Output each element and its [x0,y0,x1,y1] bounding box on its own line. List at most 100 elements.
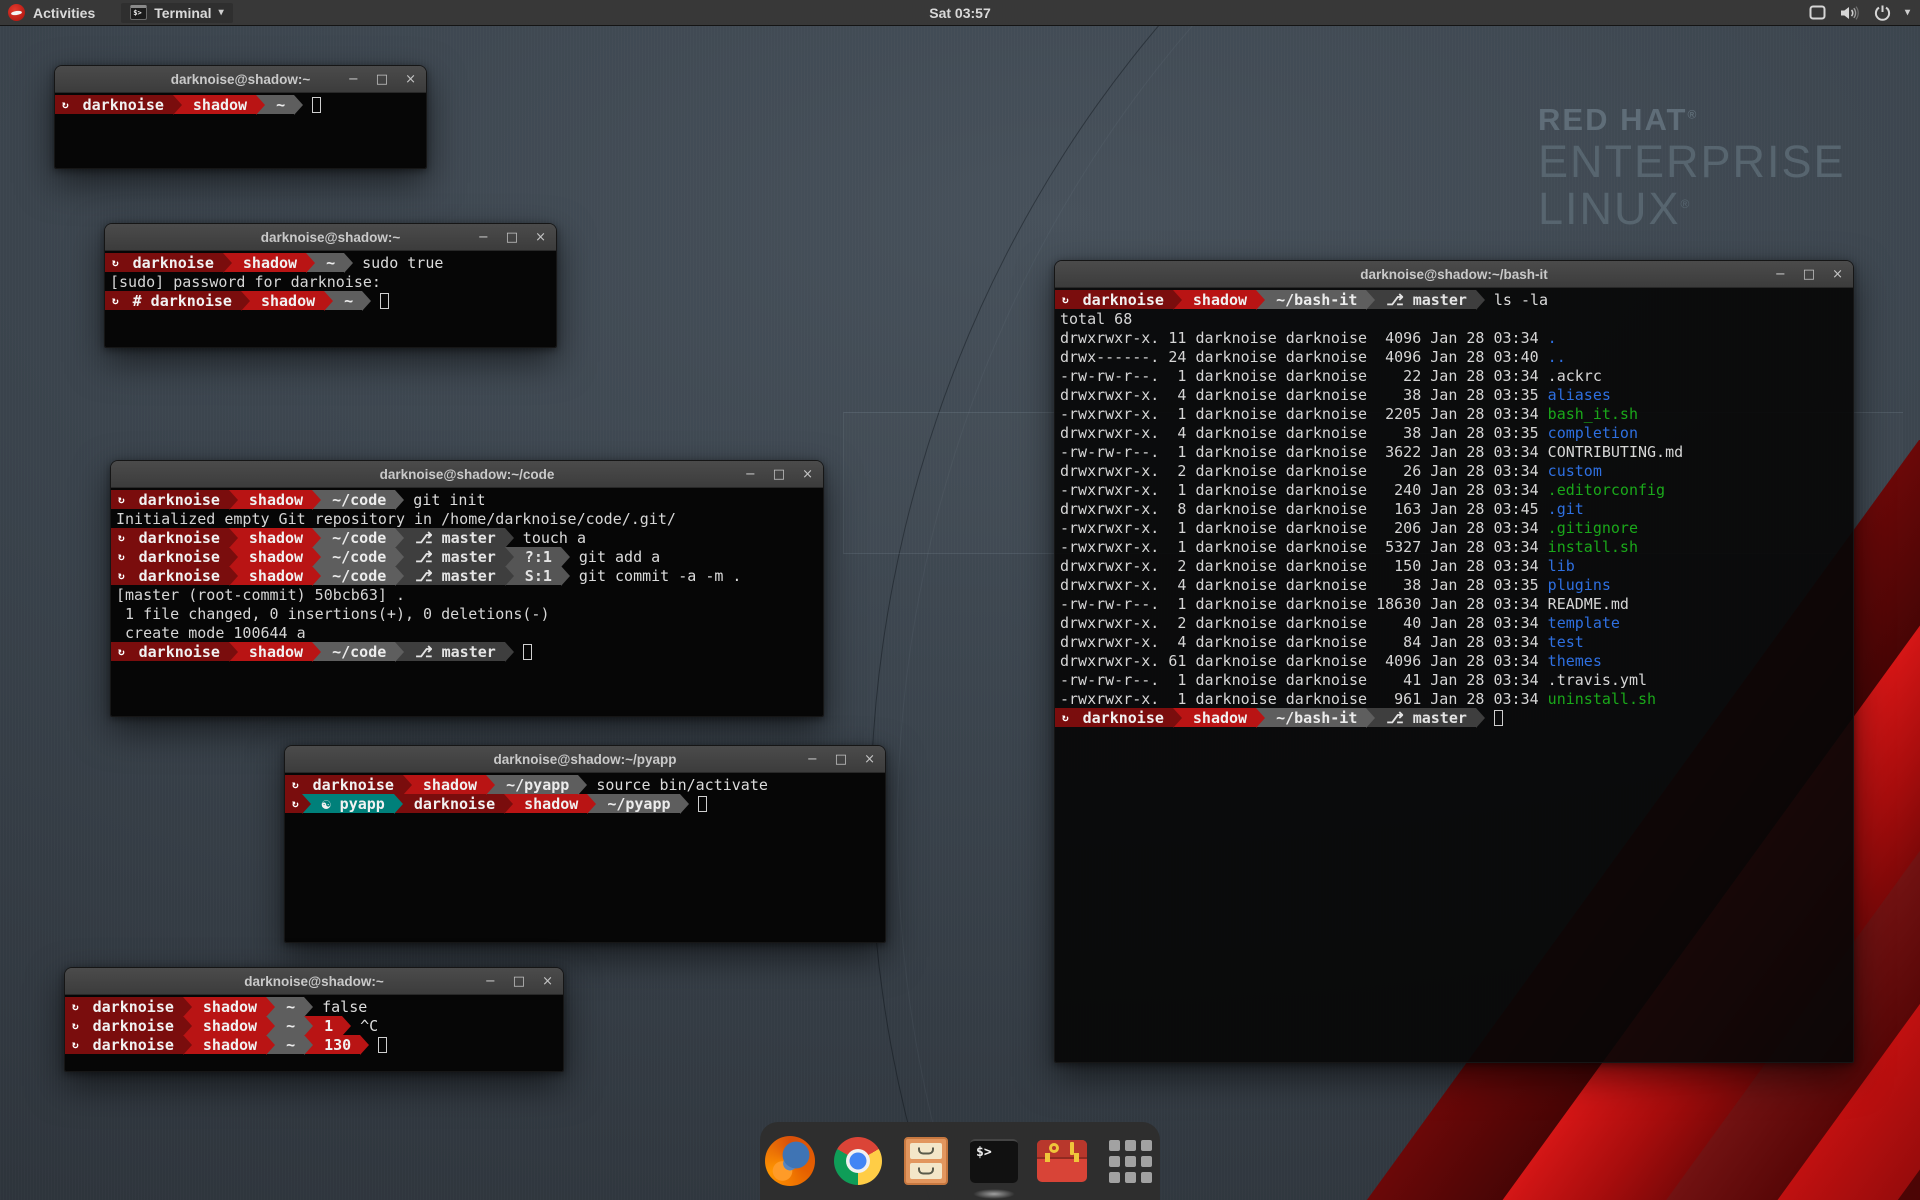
minimize-button[interactable]: − [478,231,489,244]
prompt-segment-host: shadow [513,794,587,813]
prompt-line: ↻darknoiseshadow~ [55,95,426,114]
close-button[interactable]: × [1832,268,1843,281]
dock-toolbox[interactable] [1035,1134,1089,1188]
prompt-line: ↻# darknoiseshadow~ [105,291,556,310]
output-line: -rwxrwxr-x. 1 darknoise darknoise 961 Ja… [1055,689,1853,708]
prompt-segment-path: ~/code [321,547,395,566]
maximize-button[interactable]: □ [376,73,388,86]
prompt-segment-path: ~/bash-it [1265,708,1366,727]
window-titlebar[interactable]: darknoise@shadow:~/bash-it − □ × [1055,261,1853,288]
terminal-content[interactable]: ↻darknoiseshadow~/codegit initInitialize… [111,488,823,716]
terminal-cursor [1494,710,1503,726]
window-titlebar[interactable]: darknoise@shadow:~ − □ × [105,224,556,251]
dock-terminal[interactable]: $> [967,1134,1021,1188]
chevron-down-icon[interactable]: ▾ [1905,7,1910,18]
terminal-cursor [380,293,389,309]
prompt-segment-user: darknoise [72,95,173,114]
dock-files[interactable] [899,1134,953,1188]
output-line: drwxrwxr-x. 2 darknoise darknoise 40 Jan… [1055,613,1853,632]
powerline-arrow-icon [1476,290,1485,309]
prompt-os-icon: ↻ [285,794,302,813]
prompt-segment-host: shadow [238,547,312,566]
output-line: [sudo] password for darknoise: [105,272,556,291]
toolbox-icon [1037,1140,1087,1182]
close-button[interactable]: × [802,468,813,481]
minimize-button[interactable]: − [485,975,496,988]
ls-file-name: lib [1548,557,1575,575]
powerline-arrow-icon [1173,290,1182,309]
prompt-os-icon: ↻ [285,775,302,794]
window-titlebar[interactable]: darknoise@shadow:~/code − □ × [111,461,823,488]
window-title: darknoise@shadow:~/bash-it [1360,267,1548,282]
prompt-segment-user: darknoise [128,547,229,566]
close-button[interactable]: × [535,231,546,244]
powerline-arrow-icon [312,566,321,585]
firefox-icon [765,1136,815,1186]
app-menu-label: Terminal [154,5,211,21]
window-titlebar[interactable]: darknoise@shadow:~ − □ × [55,66,426,93]
maximize-button[interactable]: □ [513,975,525,988]
ls-file-name: .editorconfig [1548,481,1665,499]
close-button[interactable]: × [864,753,875,766]
prompt-line: ↻darknoiseshadow~/bash-it⎇ masterls -la [1055,290,1853,309]
display-status-icon[interactable] [1809,5,1826,20]
maximize-button[interactable]: □ [773,468,785,481]
dock-firefox[interactable] [763,1134,817,1188]
close-button[interactable]: × [542,975,553,988]
activities-button[interactable]: Activities [33,5,95,21]
prompt-line: ↻darknoiseshadow~false [65,997,563,1016]
prompt-line: ↻darknoiseshadow~/codegit init [111,490,823,509]
terminal-content[interactable]: ↻darknoiseshadow~/pyappsource bin/activa… [285,773,885,942]
prompt-os-icon: ↻ [55,95,72,114]
window-titlebar[interactable]: darknoise@shadow:~ − □ × [65,968,563,995]
ls-file-meta: drwxrwxr-x. 4 darknoise darknoise 38 Jan… [1060,576,1548,594]
ls-file-name: .gitignore [1548,519,1638,537]
close-button[interactable]: × [405,73,416,86]
powerline-arrow-icon [302,794,311,813]
prompt-segment-user: # darknoise [122,291,241,310]
ls-file-name: .ackrc [1548,367,1602,385]
powerline-arrow-icon [395,490,404,509]
powerline-arrow-icon [1173,708,1182,727]
command-text: ls -la [1485,291,1548,309]
dock-app-grid[interactable] [1103,1134,1157,1188]
maximize-button[interactable]: □ [506,231,518,244]
prompt-segment-host: shadow [192,1035,266,1054]
prompt-segment-path: ~ [275,1016,304,1035]
minimize-button[interactable]: − [807,753,818,766]
dock-chrome[interactable] [831,1134,885,1188]
prompt-segment-user: darknoise [82,1016,183,1035]
power-icon[interactable] [1874,4,1891,21]
minimize-button[interactable]: − [348,73,359,86]
terminal-content[interactable]: ↻darknoiseshadow~ [55,93,426,168]
window-titlebar[interactable]: darknoise@shadow:~/pyapp − □ × [285,746,885,773]
command-text: false [313,998,367,1016]
powerline-arrow-icon [183,1035,192,1054]
terminal-cursor [523,644,532,660]
output-line: drwxrwxr-x. 4 darknoise darknoise 84 Jan… [1055,632,1853,651]
powerline-arrow-icon [304,1035,313,1054]
clock[interactable]: Sat 03:57 [929,5,990,21]
minimize-button[interactable]: − [745,468,756,481]
prompt-os-icon: ↻ [111,566,128,585]
maximize-button[interactable]: □ [835,753,847,766]
prompt-line: ↻darknoiseshadow~/code⎇ mastertouch a [111,528,823,547]
prompt-segment-path: ~ [275,1035,304,1054]
prompt-os-icon: ↻ [1055,290,1072,309]
powerline-arrow-icon [1256,708,1265,727]
prompt-segment-host: shadow [192,1016,266,1035]
terminal-content[interactable]: ↻darknoiseshadow~/bash-it⎇ masterls -lat… [1055,288,1853,1062]
terminal-content[interactable]: ↻darknoiseshadow~sudo true[sudo] passwor… [105,251,556,347]
powerline-arrow-icon [312,642,321,661]
app-menu-terminal[interactable]: $> Terminal ▾ [121,3,232,23]
minimize-button[interactable]: − [1775,268,1786,281]
prompt-segment-path: ~ [333,291,362,310]
powerline-arrow-icon [395,547,404,566]
ls-file-meta: drwx------. 24 darknoise darknoise 4096 … [1060,348,1548,366]
maximize-button[interactable]: □ [1803,268,1815,281]
terminal-content[interactable]: ↻darknoiseshadow~false↻darknoiseshadow~1… [65,995,563,1071]
prompt-segment-venv: ☯ pyapp [311,794,394,813]
prompt-os-icon: ↻ [111,642,128,661]
ls-file-name: .. [1548,348,1566,366]
volume-icon[interactable] [1840,5,1860,21]
